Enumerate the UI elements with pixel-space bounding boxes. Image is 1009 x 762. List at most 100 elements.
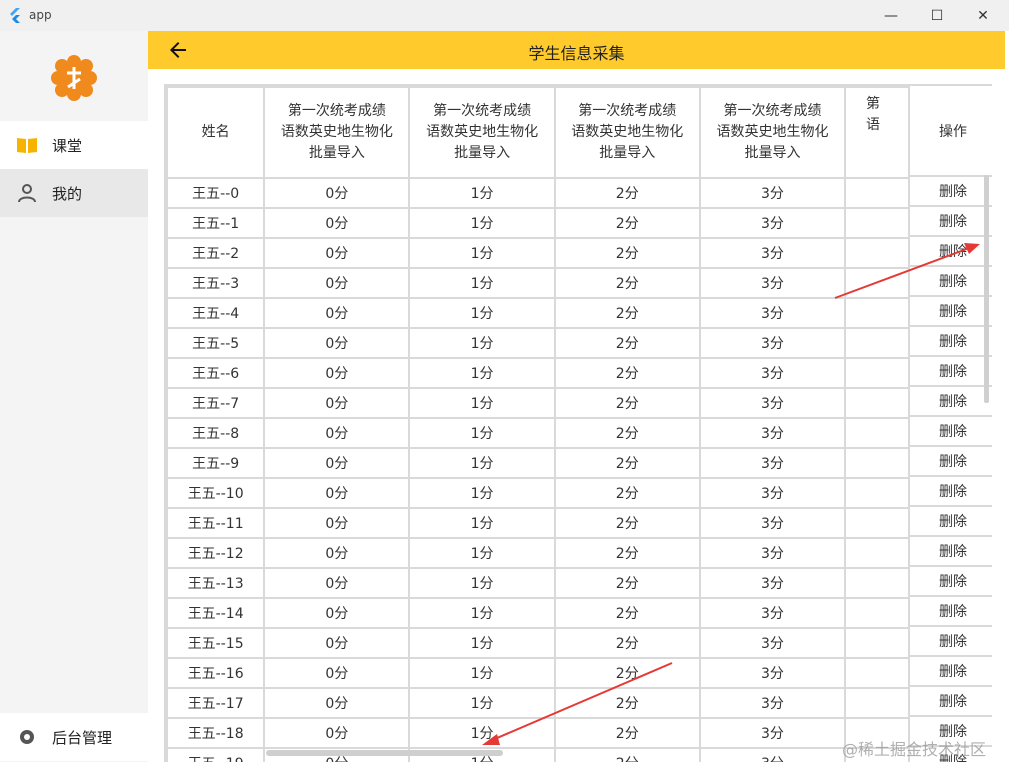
cell-score: 1分 <box>408 447 556 479</box>
cell-score: 0分 <box>263 177 411 209</box>
delete-button[interactable]: 删除 <box>910 567 992 597</box>
cell-score: 2分 <box>553 717 701 749</box>
cell-score: 1分 <box>408 567 556 599</box>
cell-score: 2分 <box>553 357 701 389</box>
delete-button[interactable]: 删除 <box>910 417 992 447</box>
table-row: 王五--3 0分 1分 2分 3分 <box>166 267 992 299</box>
cell-score: 1分 <box>408 417 556 449</box>
cell-name: 王五--9 <box>166 447 266 479</box>
delete-button[interactable]: 删除 <box>910 597 992 627</box>
book-icon <box>16 134 38 156</box>
cell-name: 王五--15 <box>166 627 266 659</box>
delete-button[interactable]: 删除 <box>910 687 992 717</box>
cell-name: 王五--13 <box>166 567 266 599</box>
sidebar-item-label: 我的 <box>52 184 83 203</box>
cell-score: 0分 <box>263 567 411 599</box>
cell-score: 0分 <box>263 627 411 659</box>
app-logo <box>51 55 97 101</box>
cell-score: 2分 <box>553 597 701 629</box>
cell-score: 3分 <box>698 327 847 359</box>
cell-name: 王五--1 <box>166 207 266 239</box>
cell-name: 王五--18 <box>166 717 266 749</box>
cell-score: 1分 <box>408 207 556 239</box>
delete-button[interactable]: 删除 <box>910 387 992 417</box>
table-row: 王五--8 0分 1分 2分 3分 <box>166 417 992 449</box>
sidebar-item-mine[interactable]: 我的 <box>0 169 148 217</box>
cell-score: 3分 <box>698 207 847 239</box>
header-operation: 操作 <box>910 86 992 177</box>
cell-score: 2分 <box>553 567 701 599</box>
cell-score: 0分 <box>263 387 411 419</box>
cell-score: 2分 <box>553 237 701 269</box>
cell-score: 0分 <box>263 207 411 239</box>
cell-name: 王五--5 <box>166 327 266 359</box>
cell-score: 0分 <box>263 657 411 689</box>
delete-button[interactable]: 删除 <box>910 237 992 267</box>
delete-button[interactable]: 删除 <box>910 477 992 507</box>
sidebar: 课堂 我的 后台管理 <box>0 31 148 762</box>
cell-name: 王五--11 <box>166 507 266 539</box>
cell-name: 王五--12 <box>166 537 266 569</box>
cell-score: 1分 <box>408 357 556 389</box>
header-score: 第一次统考成绩 语数英史地生物化 批量导入 <box>553 86 701 179</box>
table-row: 王五--10 0分 1分 2分 3分 <box>166 477 992 509</box>
cell-name: 王五--19 <box>166 747 266 762</box>
cell-score: 1分 <box>408 597 556 629</box>
delete-button[interactable]: 删除 <box>910 327 992 357</box>
table-row: 王五--5 0分 1分 2分 3分 <box>166 327 992 359</box>
cell-score: 0分 <box>263 717 411 749</box>
table-row: 王五--15 0分 1分 2分 3分 <box>166 627 992 659</box>
student-table[interactable]: 姓名 第一次统考成绩 语数英史地生物化 批量导入 第一次统考成绩 语数英史地生物化 批量… <box>164 84 992 762</box>
cell-score: 0分 <box>263 327 411 359</box>
header-score: 第一次统考成绩 语数英史地生物化 批量导入 <box>263 86 411 179</box>
cell-score: 0分 <box>263 417 411 449</box>
sidebar-item-classroom[interactable]: 课堂 <box>0 121 148 169</box>
cell-score: 0分 <box>263 597 411 629</box>
maximize-button[interactable]: ☐ <box>914 0 960 31</box>
close-button[interactable]: ✕ <box>960 0 1006 31</box>
cell-score: 0分 <box>263 357 411 389</box>
cell-score: 2分 <box>553 507 701 539</box>
table-row: 王五--14 0分 1分 2分 3分 <box>166 597 992 629</box>
delete-button[interactable]: 删除 <box>910 657 992 687</box>
flutter-icon <box>10 8 20 23</box>
cell-name: 王五--0 <box>166 177 266 209</box>
delete-button[interactable]: 删除 <box>910 357 992 387</box>
cell-score: 2分 <box>553 687 701 719</box>
cell-score: 3分 <box>698 657 847 689</box>
sidebar-item-admin[interactable]: 后台管理 <box>0 713 148 761</box>
table-header-row: 姓名 第一次统考成绩 语数英史地生物化 批量导入 第一次统考成绩 语数英史地生物化 批量… <box>166 86 992 179</box>
cell-score: 1分 <box>408 687 556 719</box>
settings-icon <box>16 726 38 748</box>
cell-name: 王五--17 <box>166 687 266 719</box>
cell-name: 王五--2 <box>166 237 266 269</box>
cell-name: 王五--3 <box>166 267 266 299</box>
cell-score: 3分 <box>698 747 847 762</box>
delete-button[interactable]: 删除 <box>910 297 992 327</box>
delete-button[interactable]: 删除 <box>910 177 992 207</box>
cell-score: 1分 <box>408 267 556 299</box>
cell-name: 王五--7 <box>166 387 266 419</box>
cell-score: 2分 <box>553 447 701 479</box>
sidebar-item-label: 后台管理 <box>52 728 113 747</box>
table-row: 王五--1 0分 1分 2分 3分 <box>166 207 992 239</box>
delete-button[interactable]: 删除 <box>910 537 992 567</box>
delete-button[interactable]: 删除 <box>910 207 992 237</box>
delete-button[interactable]: 删除 <box>910 627 992 657</box>
horizontal-scrollbar[interactable] <box>266 750 503 756</box>
minimize-button[interactable]: — <box>868 0 914 31</box>
delete-button[interactable]: 删除 <box>910 507 992 537</box>
table-row: 王五--12 0分 1分 2分 3分 <box>166 537 992 569</box>
app-bar: 学生信息采集 <box>148 31 1005 69</box>
window-title: app <box>29 8 52 22</box>
title-bar: app — ☐ ✕ <box>0 0 1009 31</box>
cell-score: 3分 <box>698 717 847 749</box>
delete-button[interactable]: 删除 <box>910 267 992 297</box>
delete-button[interactable]: 删除 <box>910 447 992 477</box>
cell-score: 1分 <box>408 327 556 359</box>
cell-score: 2分 <box>553 267 701 299</box>
cell-score: 2分 <box>553 657 701 689</box>
cell-score: 2分 <box>553 477 701 509</box>
table-row: 王五--6 0分 1分 2分 3分 <box>166 357 992 389</box>
vertical-scrollbar[interactable] <box>984 175 989 403</box>
